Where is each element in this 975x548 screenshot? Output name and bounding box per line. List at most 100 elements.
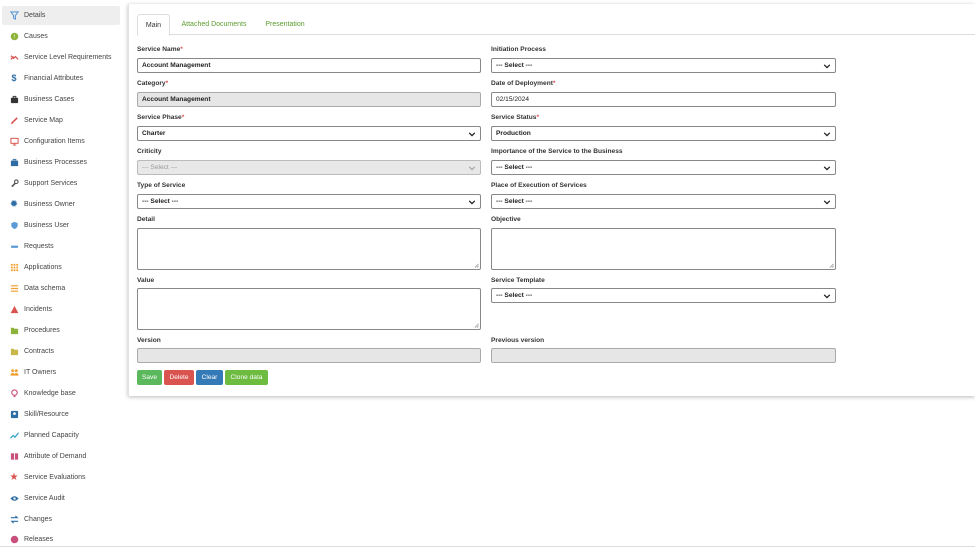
lightbulb-icon bbox=[9, 389, 19, 399]
causes-circle-icon: ! bbox=[9, 32, 19, 42]
resize-grip-icon[interactable] bbox=[829, 263, 834, 268]
category-field: Account Management bbox=[137, 92, 481, 107]
value-textarea[interactable] bbox=[137, 288, 481, 330]
funnel-icon bbox=[9, 11, 19, 21]
clear-button[interactable]: Clear bbox=[196, 370, 223, 385]
objective-textarea[interactable] bbox=[491, 228, 836, 270]
initiation-process-label: Initiation Process bbox=[491, 46, 546, 53]
service-template-select[interactable]: --- Select --- bbox=[491, 288, 836, 303]
criticity-label: Criticity bbox=[137, 148, 162, 155]
sidebar-item-procedures[interactable]: Procedures bbox=[2, 321, 120, 340]
lines-icon bbox=[9, 284, 19, 294]
dollar-icon: $ bbox=[11, 73, 17, 83]
sidebar-item-financial-attributes[interactable]: $ Financial Attributes bbox=[2, 69, 120, 88]
sidebar-item-label: Financial Attributes bbox=[24, 75, 84, 82]
sidebar-item-planned-capacity[interactable]: Planned Capacity bbox=[2, 426, 120, 445]
initiation-process-select[interactable]: --- Select --- bbox=[491, 58, 836, 73]
grid-icon bbox=[9, 263, 19, 273]
folder-icon bbox=[9, 326, 19, 336]
chevron-down-icon bbox=[468, 200, 476, 205]
folder-icon bbox=[9, 347, 19, 357]
service-name-input[interactable]: Account Management bbox=[137, 58, 481, 73]
line-chart-icon bbox=[9, 431, 19, 441]
chevron-down-icon bbox=[823, 64, 831, 69]
sidebar-item-changes[interactable]: Changes bbox=[2, 510, 120, 529]
place-of-execution-select[interactable]: --- Select --- bbox=[491, 194, 836, 209]
pencil-icon bbox=[9, 116, 19, 126]
sidebar-item-label: Configuration Items bbox=[24, 138, 85, 145]
sidebar-item-incidents[interactable]: Incidents bbox=[2, 300, 120, 319]
importance-select[interactable]: --- Select --- bbox=[491, 160, 836, 175]
chevron-down-icon bbox=[823, 200, 831, 205]
previous-version-label: Previous version bbox=[491, 337, 545, 344]
tab-presentation[interactable]: Presentation bbox=[261, 14, 309, 35]
gear-icon: ✹ bbox=[9, 198, 19, 210]
clone-data-button[interactable]: Clone data bbox=[225, 370, 268, 385]
service-template-label: Service Template bbox=[491, 277, 545, 284]
sidebar-item-label: Details bbox=[24, 12, 46, 19]
sidebar-item-label: Service Map bbox=[24, 117, 63, 124]
sidebar-item-details[interactable]: Details bbox=[2, 6, 120, 25]
sidebar-item-it-owners[interactable]: IT Owners bbox=[2, 363, 120, 382]
detail-textarea[interactable] bbox=[137, 228, 481, 270]
sidebar-item-label: Business User bbox=[24, 222, 70, 229]
sidebar-item-configuration-items[interactable]: Configuration Items bbox=[2, 132, 120, 151]
sidebar-item-label: Incidents bbox=[24, 306, 53, 313]
sidebar-item-service-audit[interactable]: Service Audit bbox=[2, 489, 120, 508]
resize-grip-icon[interactable] bbox=[474, 263, 479, 268]
id-card-icon bbox=[9, 410, 19, 420]
sidebar-item-label: Knowledge base bbox=[24, 390, 76, 397]
value-label: Value bbox=[137, 277, 155, 284]
category-label: Category* bbox=[137, 80, 169, 87]
sidebar-item-label: Requests bbox=[24, 243, 54, 250]
service-name-label: Service Name* bbox=[137, 46, 183, 53]
service-status-label: Service Status* bbox=[491, 114, 540, 121]
sidebar-item-knowledge-base[interactable]: Knowledge base bbox=[2, 384, 120, 403]
sidebar-item-service-evaluations[interactable]: ★ Service Evaluations bbox=[2, 468, 120, 487]
star-icon: ★ bbox=[9, 471, 19, 483]
monitor-icon bbox=[9, 137, 19, 147]
criticity-select: --- Select --- bbox=[137, 160, 481, 175]
sidebar-item-label: Causes bbox=[24, 33, 48, 40]
sidebar-item-service-level-requirements[interactable]: Service Level Requirements bbox=[2, 48, 120, 67]
save-button[interactable]: Save bbox=[137, 370, 162, 385]
sidebar-item-applications[interactable]: Applications bbox=[2, 258, 120, 277]
type-of-service-label: Type of Service bbox=[137, 182, 186, 189]
date-of-deployment-label: Date of Deployment* bbox=[491, 80, 556, 87]
sidebar-item-data-schema[interactable]: Data schema bbox=[2, 279, 120, 298]
sidebar-item-support-services[interactable]: Support Services bbox=[2, 174, 120, 193]
sidebar-item-label: Applications bbox=[24, 264, 62, 271]
sidebar-item-causes[interactable]: ! Causes bbox=[2, 27, 120, 46]
sidebar-item-skill-resource[interactable]: Skill/Resource bbox=[2, 405, 120, 424]
sidebar-item-label: Service Evaluations bbox=[24, 474, 86, 481]
sidebar-item-business-cases[interactable]: Business Cases bbox=[2, 90, 120, 109]
resize-grip-icon[interactable] bbox=[474, 323, 479, 328]
place-of-execution-label: Place of Execution of Services bbox=[491, 182, 587, 189]
exchange-icon bbox=[9, 515, 19, 525]
type-of-service-select[interactable]: --- Select --- bbox=[137, 194, 481, 209]
tab-attached-documents[interactable]: Attached Documents bbox=[176, 14, 252, 35]
service-status-select[interactable]: Production bbox=[491, 126, 836, 141]
sidebar-item-requests[interactable]: Requests bbox=[2, 237, 120, 256]
date-of-deployment-input[interactable]: 02/15/2024 bbox=[491, 92, 836, 107]
chevron-down-icon bbox=[823, 132, 831, 137]
requests-bar-icon bbox=[9, 242, 19, 252]
sidebar-item-label: Service Audit bbox=[24, 495, 65, 502]
sidebar-item-contracts[interactable]: Contracts bbox=[2, 342, 120, 361]
svg-text:!: ! bbox=[13, 35, 15, 41]
chevron-down-icon bbox=[823, 166, 831, 171]
objective-label: Objective bbox=[491, 216, 521, 223]
bottom-divider bbox=[0, 546, 975, 547]
sidebar-item-service-map[interactable]: Service Map bbox=[2, 111, 120, 130]
tab-main[interactable]: Main bbox=[137, 14, 170, 36]
importance-label: Importance of the Service to the Busines… bbox=[491, 148, 623, 155]
sidebar-item-business-owner[interactable]: ✹ Business Owner bbox=[2, 195, 120, 214]
delete-button[interactable]: Delete bbox=[164, 370, 194, 385]
sidebar-item-label: Service Level Requirements bbox=[24, 54, 112, 61]
sidebar-item-label: Changes bbox=[24, 516, 53, 523]
service-phase-select[interactable]: Charter bbox=[137, 126, 481, 141]
sidebar-item-business-processes[interactable]: Business Processes bbox=[2, 153, 120, 172]
sidebar-item-attribute-of-demand[interactable]: Attribute of Demand bbox=[2, 447, 120, 466]
chevron-down-icon bbox=[468, 166, 476, 171]
sidebar-item-business-user[interactable]: Business User bbox=[2, 216, 120, 235]
